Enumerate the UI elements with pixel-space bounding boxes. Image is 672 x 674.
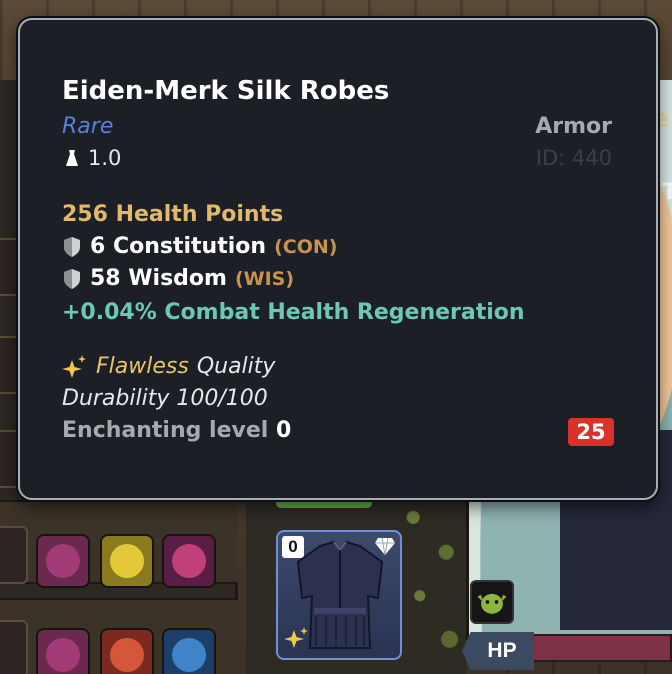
item-weight: 1.0 — [62, 146, 121, 170]
wisdom-value: 58 Wisdom — [90, 266, 227, 291]
sparkle-icon — [62, 354, 86, 378]
wisdom-stat: 58 Wisdom (WIS) — [62, 266, 294, 291]
water-rune-skill-icon[interactable] — [162, 628, 216, 674]
edge-letter: T — [662, 180, 672, 205]
regen-text: +0.04% Combat Health Regeneration — [62, 300, 525, 325]
item-rarity: Rare — [62, 114, 114, 139]
constitution-stat: 6 Constitution (CON) — [62, 234, 337, 259]
constitution-value: 6 Constitution — [90, 234, 267, 259]
goblin-icon — [470, 580, 514, 624]
skill-slot[interactable] — [0, 620, 28, 674]
item-quality: Flawless Quality — [62, 354, 275, 379]
hp-bar-fill — [526, 636, 670, 660]
weight-icon — [66, 150, 78, 166]
item-durability: Durability 100/100 — [62, 386, 268, 411]
meditation-skill-icon[interactable] — [36, 534, 90, 588]
level-badge: 25 — [568, 418, 614, 446]
sparkle-icon — [284, 627, 308, 648]
health-points-text: 256 Health Points — [62, 202, 284, 227]
meditation-skill-icon[interactable] — [36, 628, 90, 674]
regen-stat: +0.04% Combat Health Regeneration — [62, 300, 525, 325]
fire-swirl-skill-icon[interactable] — [100, 628, 154, 674]
enchanting-level: Enchanting level 0 — [62, 418, 291, 443]
health-points-stat: 256 Health Points — [62, 202, 283, 227]
enchant-value: 0 — [275, 418, 292, 443]
hp-label: HP — [462, 632, 534, 670]
item-tooltip: Eiden-Merk Silk Robes Rare Armor 1.0 ID:… — [18, 18, 658, 500]
item-weight-value: 1.0 — [88, 146, 122, 170]
wisdom-abbr: (WIS) — [234, 267, 295, 290]
item-name: Eiden-Merk Silk Robes — [62, 76, 390, 106]
constitution-abbr: (CON) — [274, 235, 338, 258]
quality-label: Quality — [196, 354, 276, 379]
item-type: Armor — [535, 114, 612, 139]
hp-meter: HP — [452, 628, 672, 674]
triangle-rune-skill-icon[interactable] — [100, 534, 154, 588]
item-id: ID: 440 — [535, 146, 612, 170]
skill-slot[interactable] — [0, 526, 28, 584]
shield-icon — [64, 268, 80, 289]
quality-word: Flawless — [96, 354, 189, 379]
hp-bar — [524, 634, 672, 662]
swirl-skill-icon[interactable] — [162, 534, 216, 588]
shield-icon — [64, 236, 80, 257]
equipped-robe-slot[interactable]: 0 — [276, 530, 402, 660]
enchant-label: Enchanting level — [62, 418, 269, 443]
